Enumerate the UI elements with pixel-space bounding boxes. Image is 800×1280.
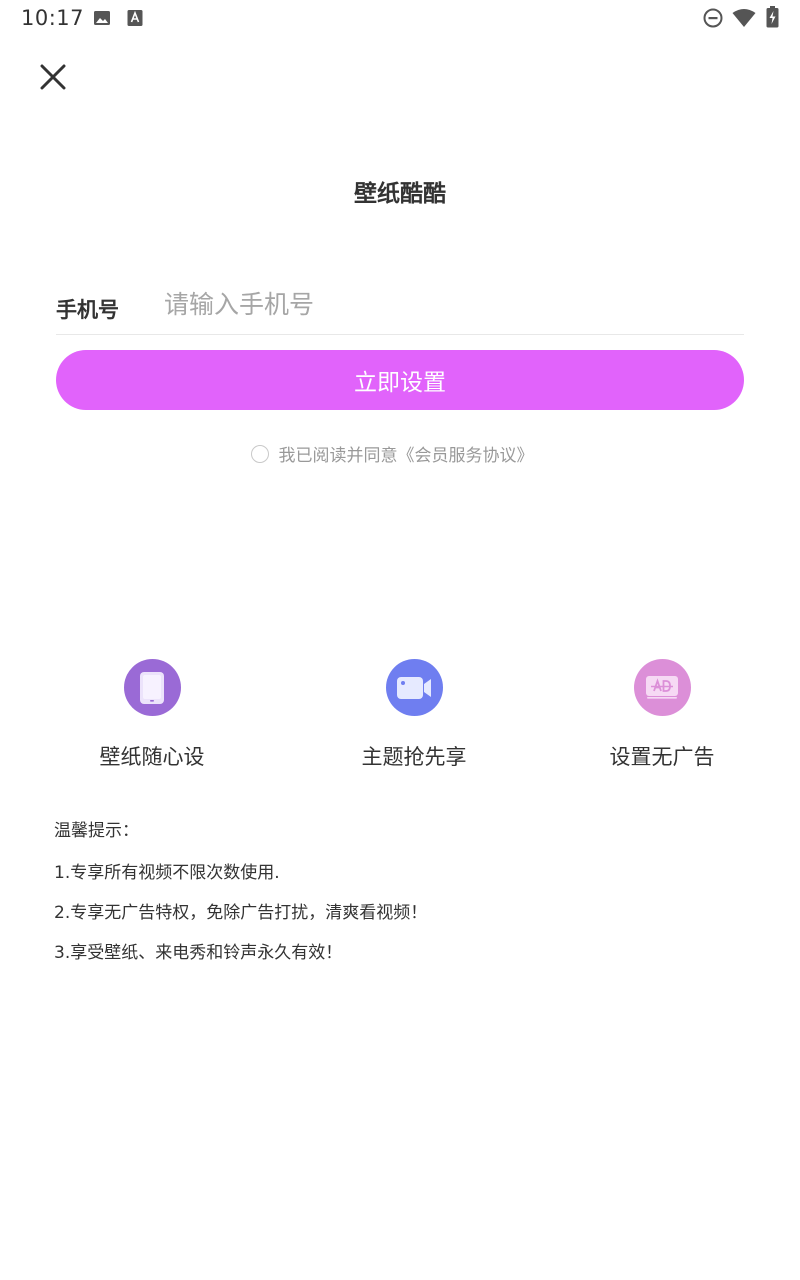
feature-theme: 主题抢先享	[314, 659, 514, 771]
feature-icon-wrap	[123, 659, 181, 716]
agreement-checkbox[interactable]	[250, 444, 269, 463]
status-time: 10:17	[21, 6, 85, 30]
font-icon	[127, 10, 143, 26]
do-not-disturb-icon	[703, 8, 723, 28]
submit-button[interactable]: 立即设置	[56, 350, 744, 410]
feature-wallpaper: 壁纸随心设	[52, 659, 252, 771]
phone-label: 手机号	[56, 298, 119, 322]
tip-item: 1.专享所有视频不限次数使用.	[54, 863, 280, 883]
phone-row: 手机号	[56, 274, 744, 335]
tip-item: 2.专享无广告特权，免除广告打扰，清爽看视频！	[54, 903, 428, 923]
tip-item: 3.享受壁纸、来电秀和铃声永久有效！	[54, 943, 343, 963]
agreement-link[interactable]: 我已阅读并同意《会员服务协议》	[279, 441, 534, 466]
agreement-row: 我已阅读并同意《会员服务协议》	[0, 441, 800, 466]
tips-title: 温馨提示：	[54, 821, 139, 841]
feature-label: 设置无广告	[609, 745, 715, 769]
feature-no-ads: 设置无广告	[562, 659, 762, 771]
phone-icon	[140, 671, 164, 704]
close-button[interactable]	[32, 56, 74, 98]
app-title: 壁纸酷酷	[354, 181, 446, 207]
feature-label: 主题抢先享	[361, 745, 467, 769]
wifi-icon	[732, 9, 756, 27]
video-camera-icon	[397, 676, 431, 699]
feature-icon-wrap	[385, 659, 443, 716]
feature-icon-wrap	[633, 659, 691, 716]
feature-label: 壁纸随心设	[99, 745, 205, 769]
tips-section: 温馨提示： 1.专享所有视频不限次数使用. 2.专享无广告特权，免除广告打扰，清…	[54, 816, 754, 983]
status-bar: 10:17	[0, 0, 800, 36]
phone-input[interactable]	[164, 282, 734, 326]
image-icon	[94, 11, 110, 25]
close-icon	[40, 64, 66, 90]
battery-charging-icon	[766, 6, 779, 28]
no-ad-icon	[646, 675, 678, 699]
